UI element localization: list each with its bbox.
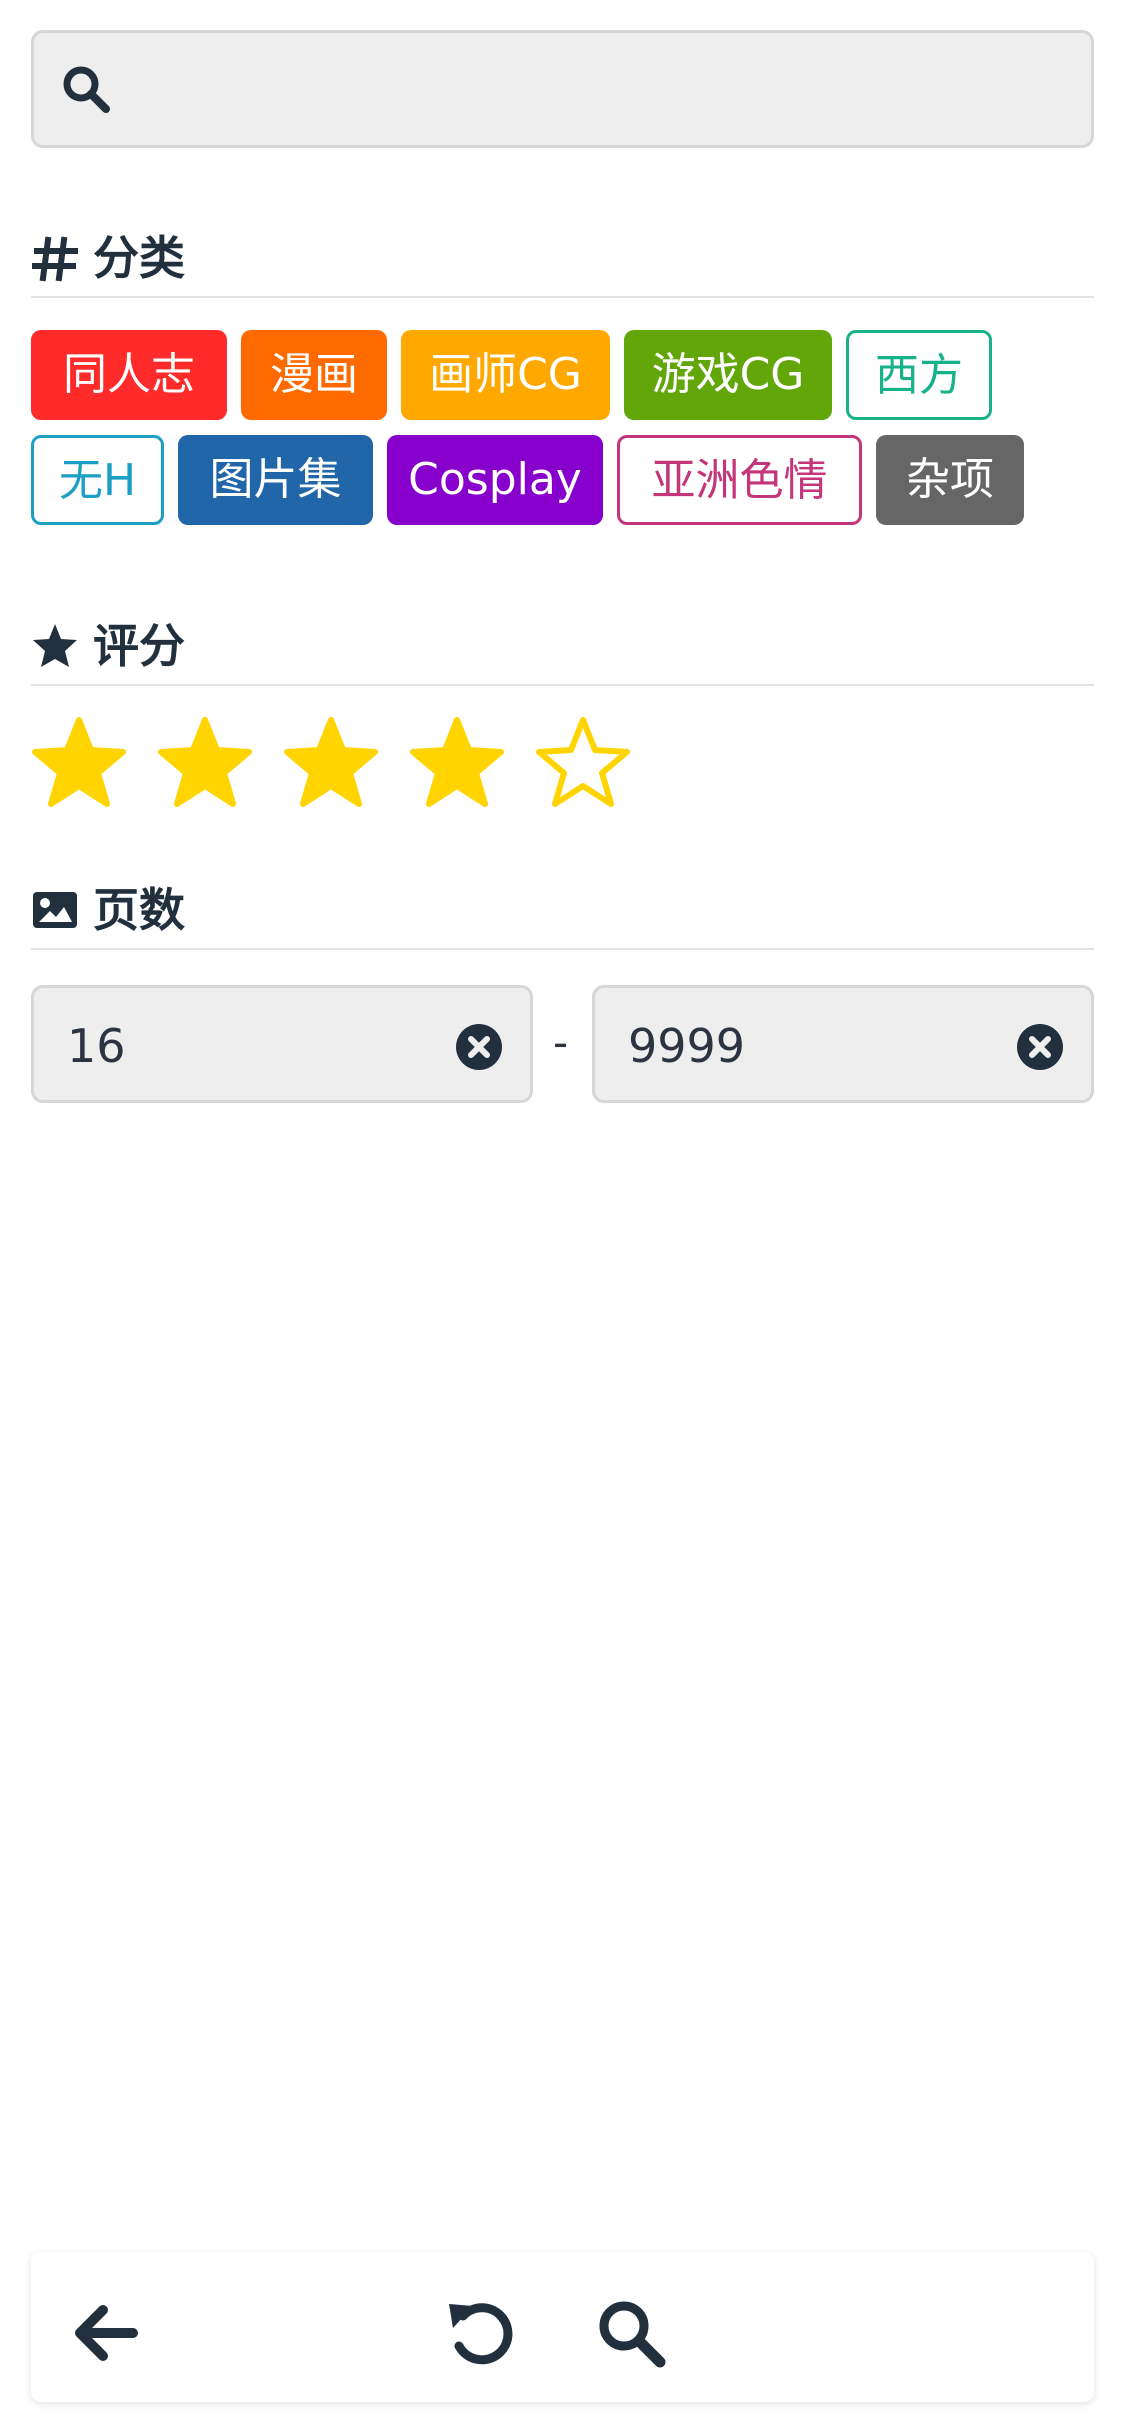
category-tag[interactable]: 游戏CG	[624, 330, 832, 420]
undo-icon[interactable]	[443, 2296, 517, 2370]
bottom-toolbar	[31, 2252, 1094, 2402]
pages-min-field[interactable]: 16	[31, 985, 533, 1103]
category-section-title: 分类	[93, 231, 185, 285]
star-icon	[33, 624, 77, 667]
star-filled-icon[interactable]	[31, 716, 127, 808]
rating-section-header: 评分	[31, 614, 1094, 686]
search-input[interactable]	[134, 43, 1078, 137]
category-tag[interactable]: 无H	[31, 435, 164, 525]
clear-icon[interactable]	[1016, 1023, 1064, 1071]
search-box[interactable]	[31, 30, 1094, 148]
pages-section-title: 页数	[93, 883, 185, 937]
star-filled-icon[interactable]	[409, 716, 505, 808]
category-tag[interactable]: 杂项	[876, 435, 1024, 525]
category-tag[interactable]: Cosplay	[387, 435, 603, 525]
pages-max-field[interactable]: 9999	[592, 985, 1094, 1103]
category-tag[interactable]: 图片集	[178, 435, 373, 525]
star-filled-icon[interactable]	[157, 716, 253, 808]
category-tag[interactable]: 亚洲色情	[617, 435, 862, 525]
search-icon	[63, 66, 110, 113]
category-tag[interactable]: 西方	[846, 330, 992, 420]
arrow-left-icon[interactable]	[69, 2296, 143, 2370]
star-empty-icon[interactable]	[535, 716, 631, 808]
range-separator: -	[553, 1018, 569, 1067]
image-icon	[33, 892, 77, 928]
rating-section-title: 评分	[93, 619, 185, 673]
clear-icon[interactable]	[455, 1023, 503, 1071]
category-tag[interactable]: 漫画	[241, 330, 387, 420]
search-icon[interactable]	[594, 2296, 668, 2370]
category-tag[interactable]: 同人志	[31, 330, 227, 420]
star-filled-icon[interactable]	[283, 716, 379, 808]
hash-icon	[32, 236, 78, 282]
category-section-header: 分类	[31, 226, 1094, 298]
pages-section-header: 页数	[31, 878, 1094, 950]
category-tag[interactable]: 画师CG	[401, 330, 610, 420]
pages-min-value[interactable]: 16	[67, 1018, 126, 1074]
pages-max-value[interactable]: 9999	[628, 1018, 745, 1074]
